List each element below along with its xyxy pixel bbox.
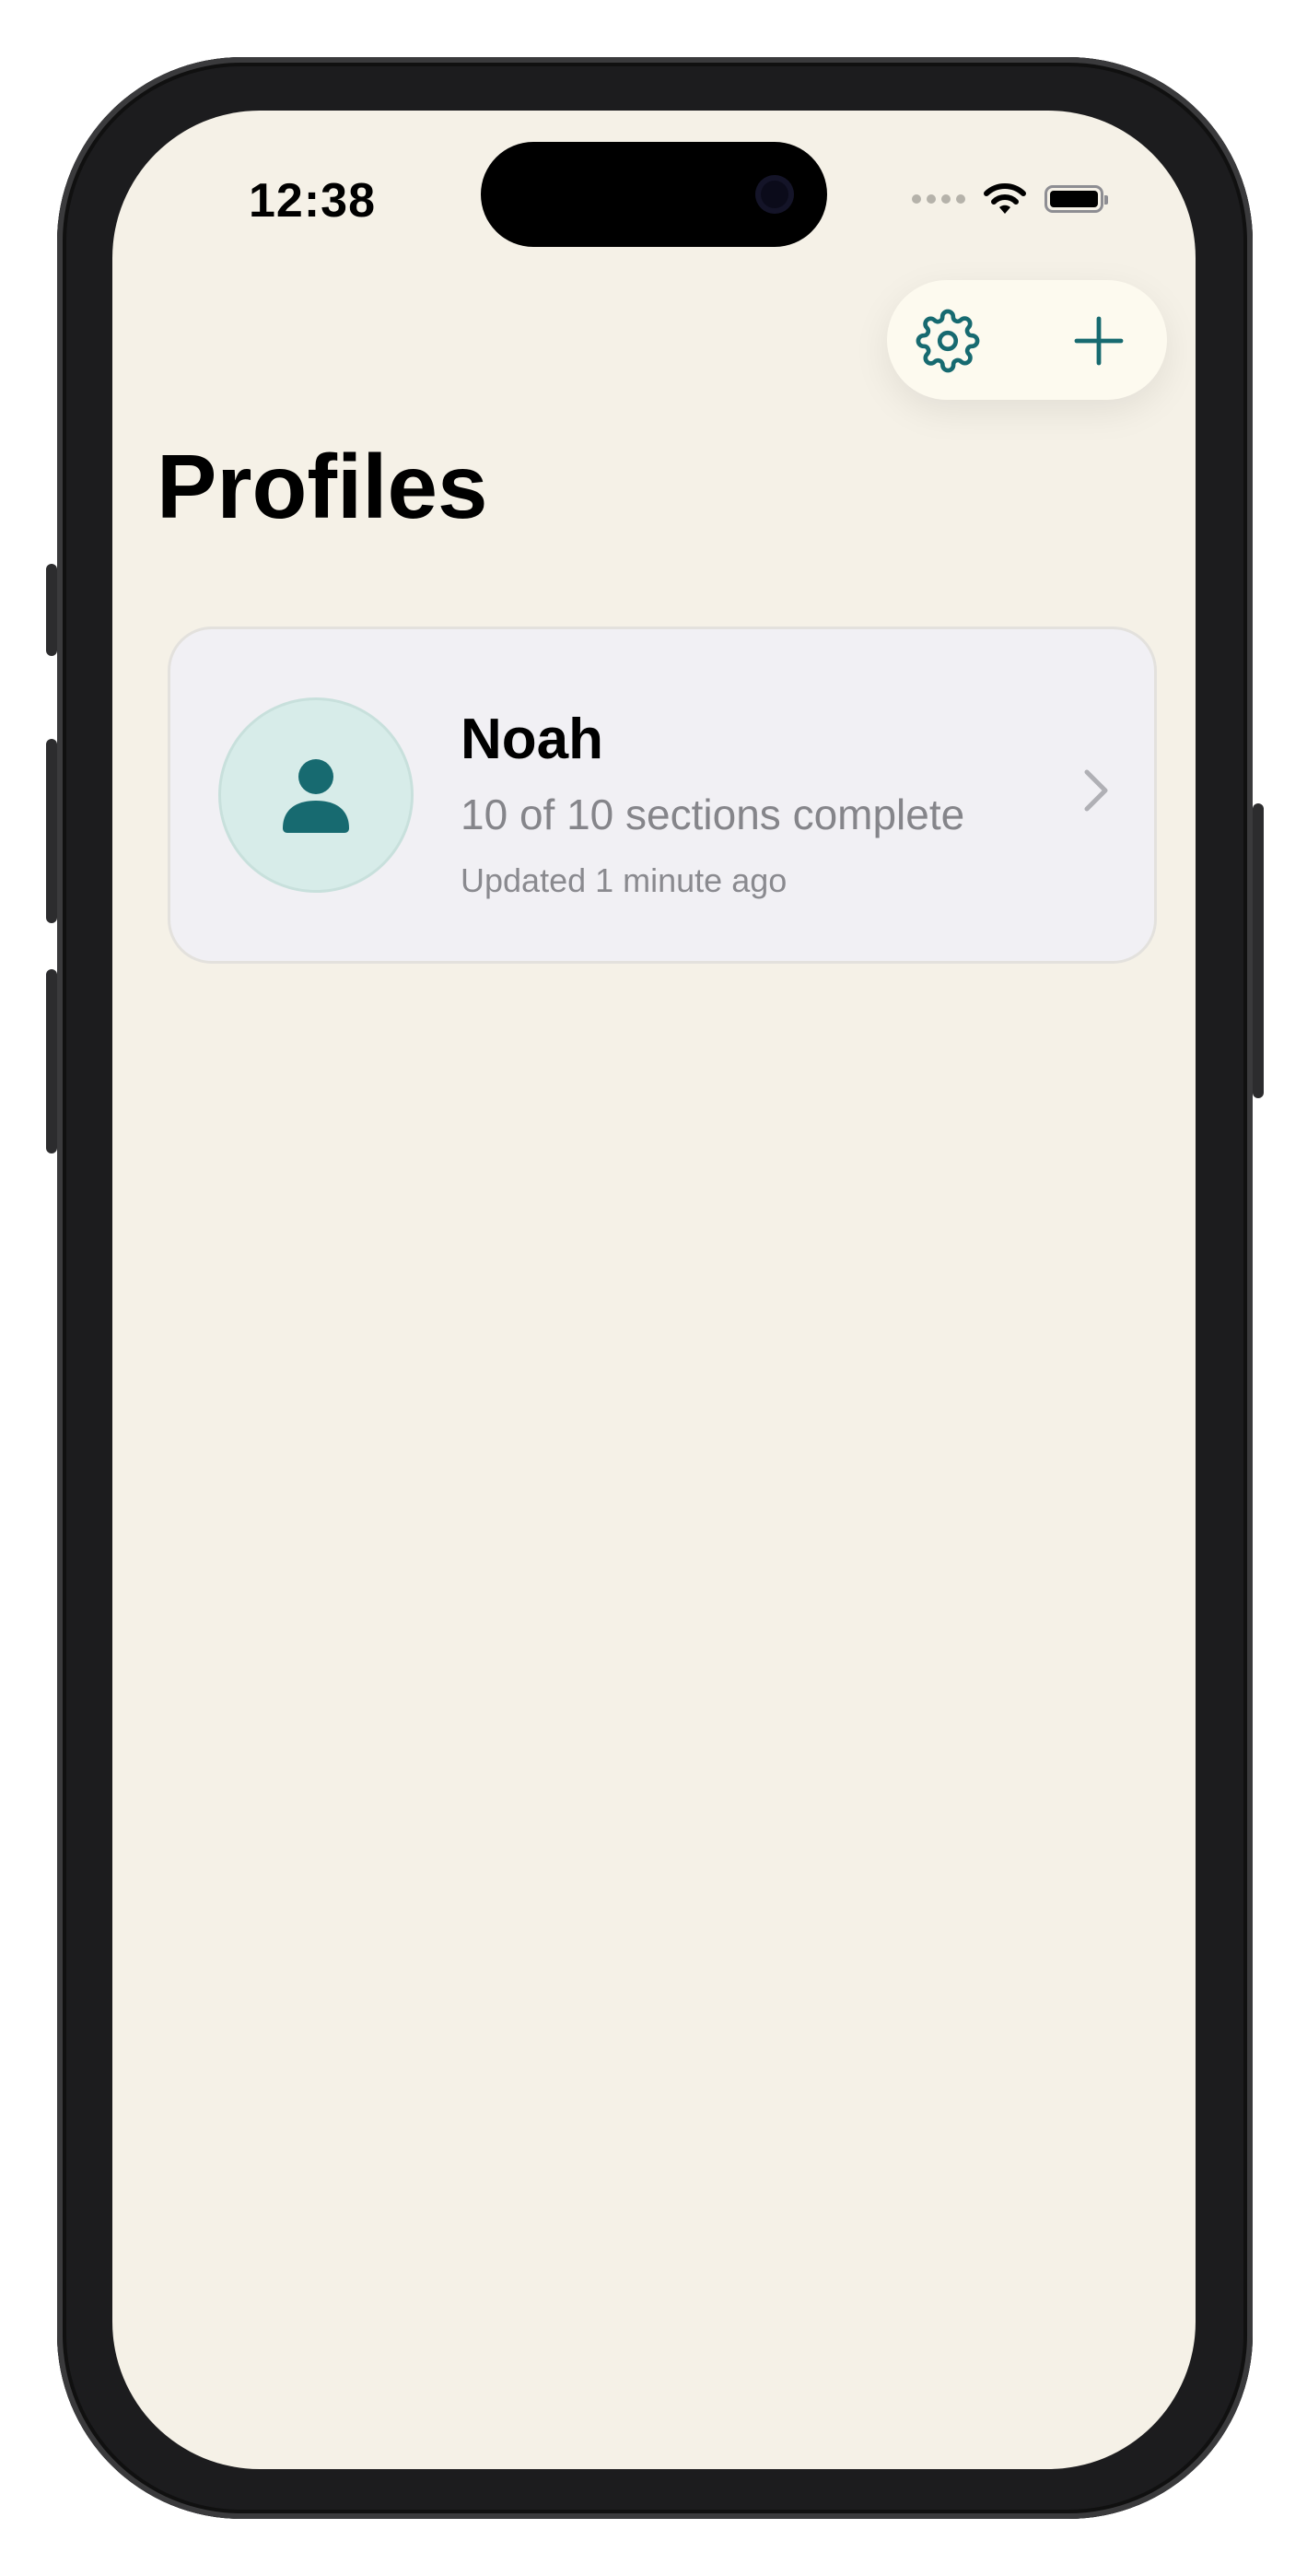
- action-button: [46, 564, 57, 656]
- person-icon: [283, 759, 349, 833]
- profile-updated-time: Updated 1 minute ago: [461, 861, 788, 899]
- plus-icon: [1074, 316, 1124, 366]
- avatar: [218, 697, 414, 893]
- status-time: 12:38: [249, 174, 376, 228]
- add-profile-button[interactable]: [1066, 308, 1132, 374]
- profile-card[interactable]: Noah 10 of 10 sections complete Updated …: [168, 626, 1157, 964]
- toolbar: [887, 280, 1167, 400]
- chevron-right-icon: [1084, 769, 1108, 812]
- dynamic-island: [481, 142, 827, 247]
- status-indicators: [912, 179, 1108, 219]
- power-button: [1253, 803, 1264, 1098]
- wifi-icon: [984, 183, 1026, 214]
- cellular-signal-icon: [912, 194, 965, 204]
- camera-icon: [755, 175, 794, 214]
- screen: 12:38 Profiles Noah 10 of 10 sections co…: [112, 111, 1196, 2469]
- profile-name: Noah: [461, 708, 603, 771]
- page-title: Profiles: [157, 436, 488, 537]
- battery-icon: [1044, 185, 1108, 213]
- volume-up-button: [46, 739, 57, 923]
- gear-icon: [916, 309, 980, 373]
- volume-down-button: [46, 969, 57, 1153]
- profile-progress: 10 of 10 sections complete: [461, 790, 965, 838]
- settings-button[interactable]: [915, 308, 981, 374]
